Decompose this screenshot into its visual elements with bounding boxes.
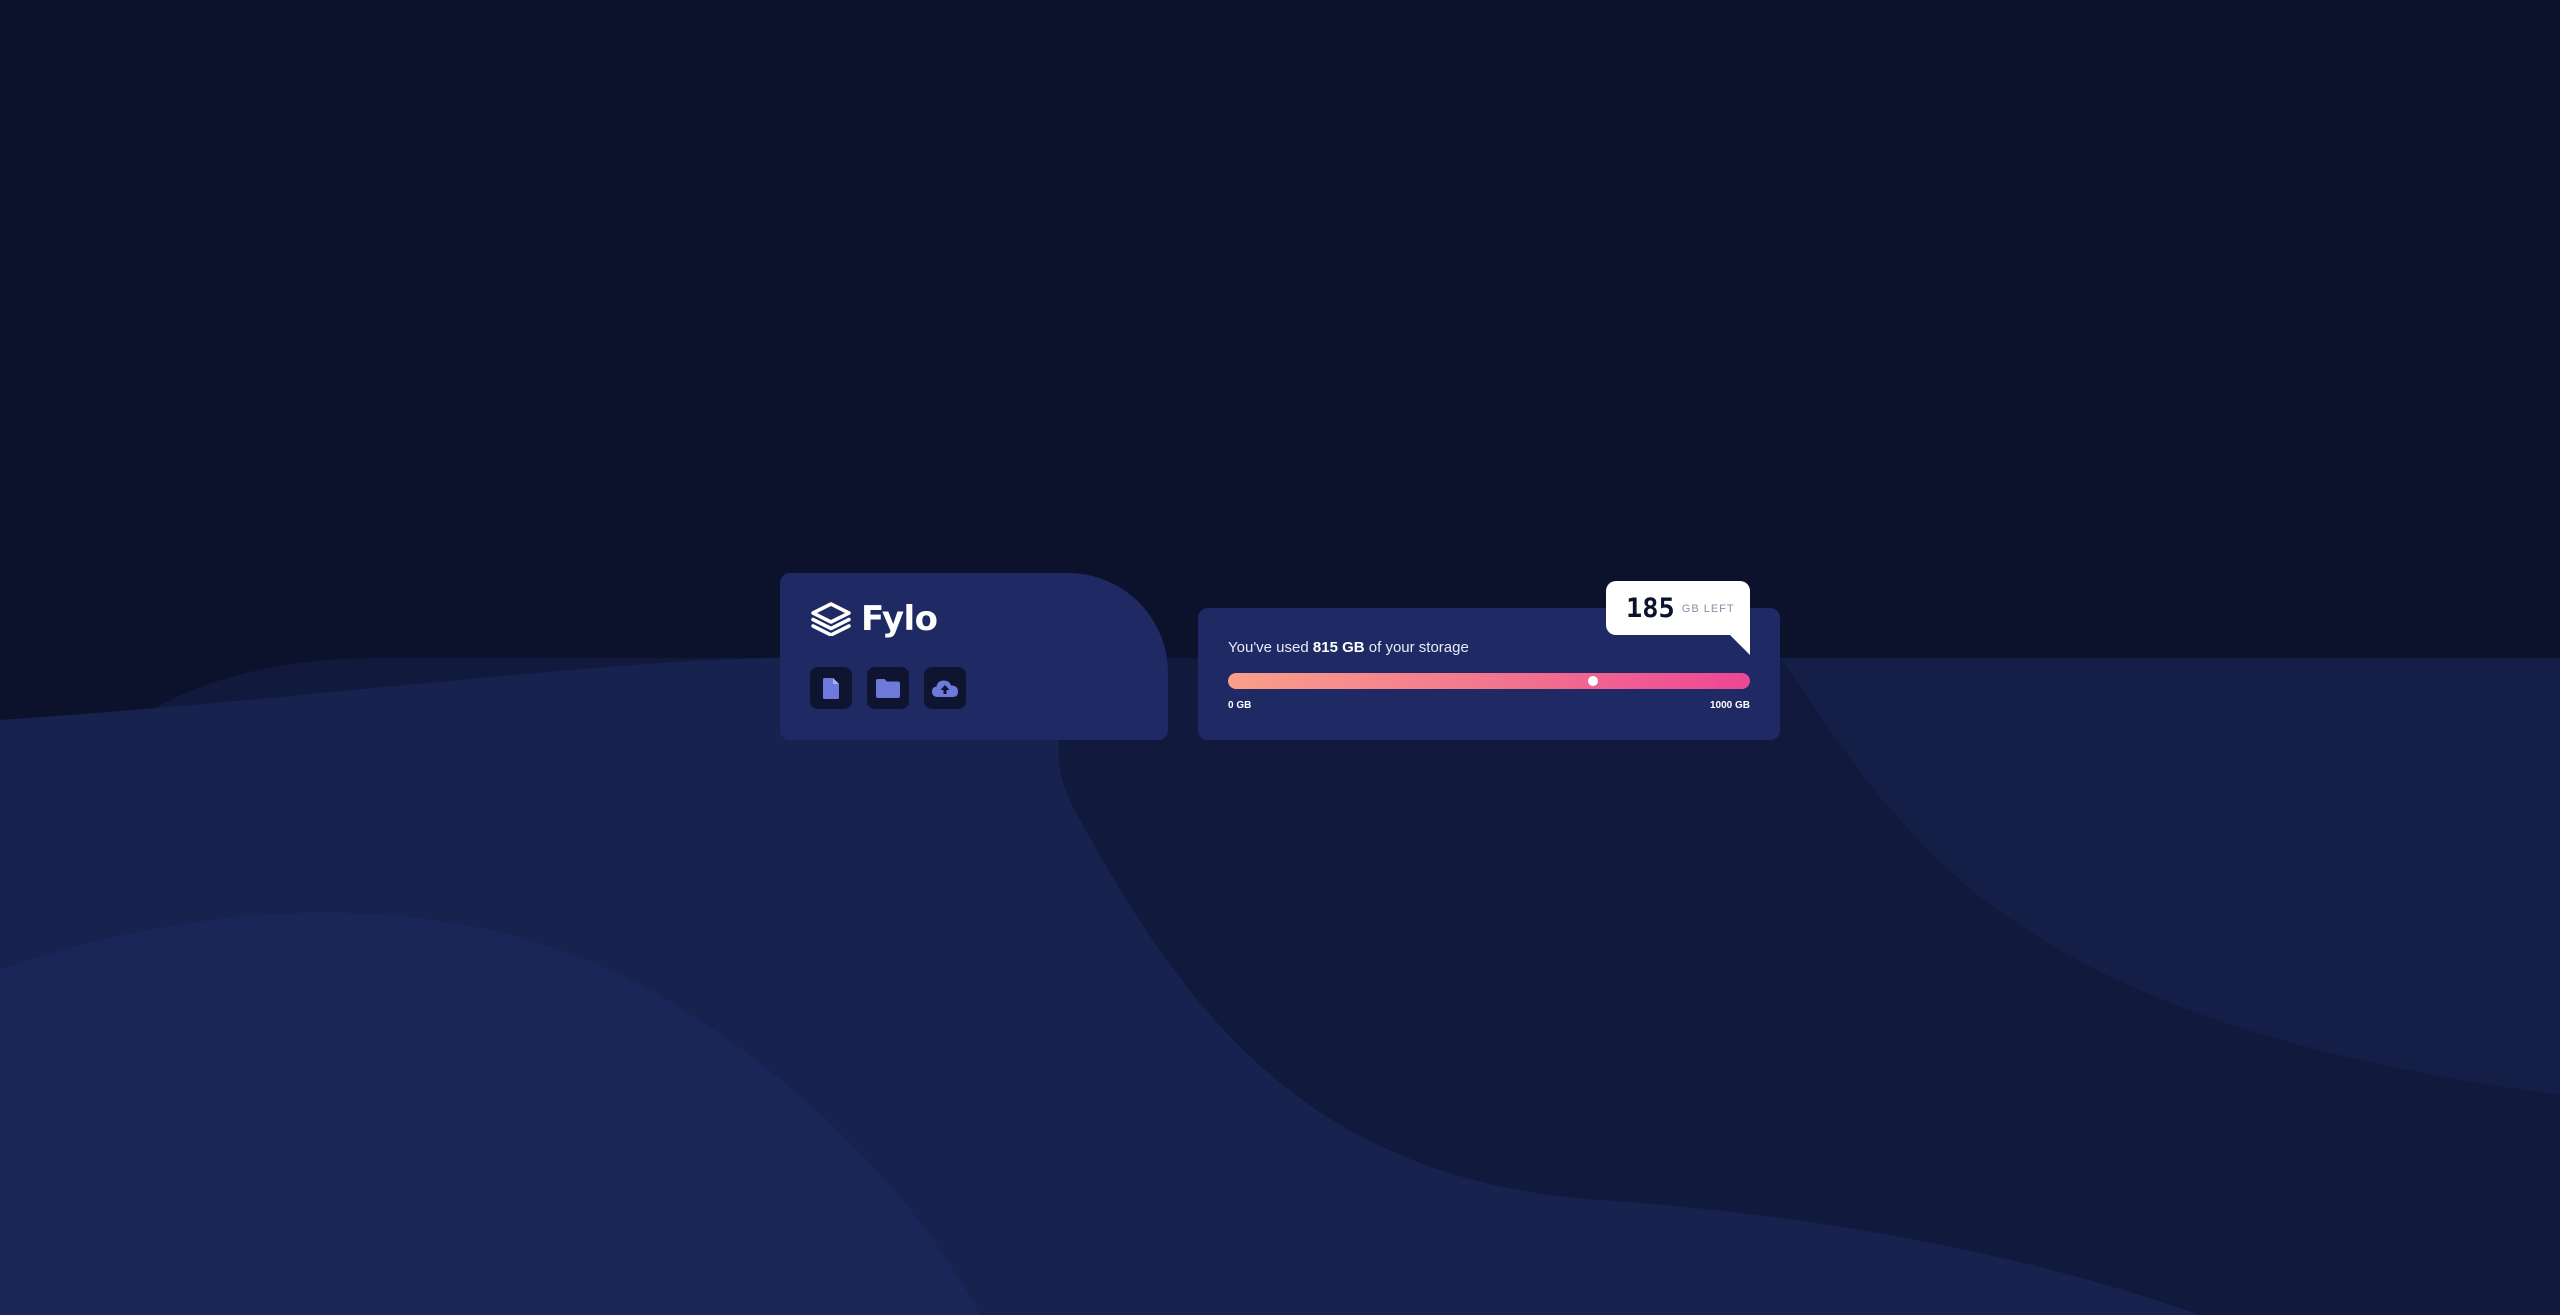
upload-button[interactable]	[924, 667, 966, 709]
brand-logo: Fylo	[810, 599, 938, 639]
storage-progress-knob	[1588, 676, 1598, 686]
storage-progress-bar	[1228, 673, 1750, 689]
usage-amount: 815 GB	[1312, 639, 1365, 656]
folder-button[interactable]	[867, 667, 909, 709]
cloud-upload-icon	[932, 680, 958, 697]
scale-max-label: 1000 GB	[1709, 700, 1750, 711]
logo-card: Fylo	[780, 573, 1168, 740]
usage-suffix: of your storage	[1368, 639, 1469, 656]
layers-icon	[810, 602, 852, 637]
remaining-storage-tooltip: 185 GB LEFT	[1606, 581, 1750, 635]
storage-progress-fill	[1228, 673, 1750, 689]
remaining-unit: GB LEFT	[1681, 603, 1735, 615]
brand-name: Fylo	[861, 599, 938, 639]
usage-prefix: You've used	[1228, 639, 1309, 656]
storage-usage-text: You've used 815 GB of your storage	[1228, 639, 1469, 656]
folder-icon	[876, 678, 900, 698]
file-button[interactable]	[810, 667, 852, 709]
file-icon	[823, 677, 839, 699]
tooltip-tail	[1730, 635, 1750, 655]
remaining-value: 185	[1626, 592, 1675, 624]
scale-min-label: 0 GB	[1228, 700, 1252, 711]
